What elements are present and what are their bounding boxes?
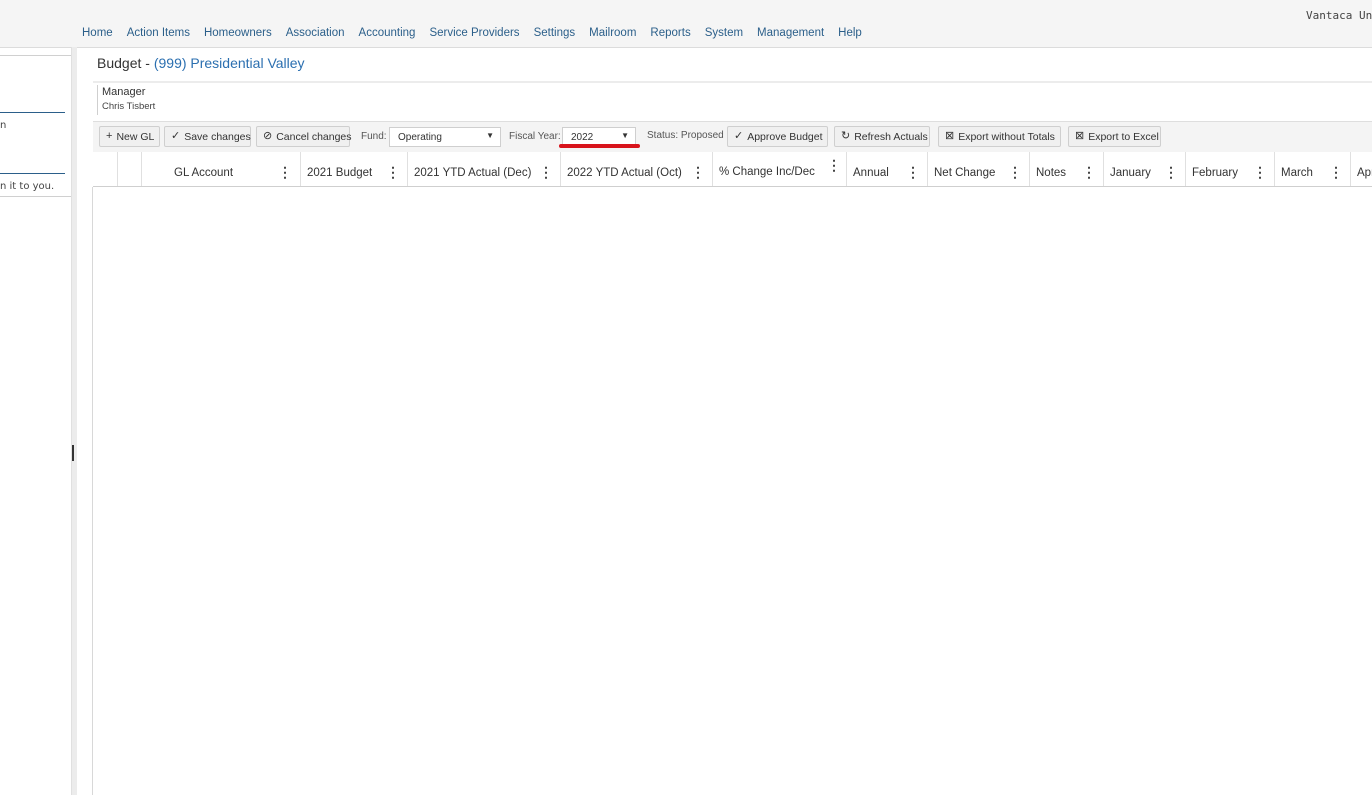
grid-select-column[interactable]	[93, 152, 117, 186]
fiscal-year-label: Fiscal Year:	[509, 131, 561, 142]
column-menu-icon[interactable]: ⋮	[1253, 165, 1267, 179]
export-without-totals-label: Export without Totals	[958, 130, 1055, 143]
excel-icon: ⊠	[945, 130, 955, 142]
column-gl-account[interactable]: GL Account ⋮	[141, 152, 300, 186]
left-panel-text: n	[0, 120, 7, 131]
column-menu-icon[interactable]: ⋮	[691, 165, 705, 179]
export-to-excel-label: Export to Excel	[1088, 130, 1159, 143]
nav-action-items[interactable]: Action Items	[127, 27, 190, 39]
column-label: February	[1192, 167, 1239, 179]
cancel-changes-button[interactable]: ⊘ Cancel changes	[256, 126, 352, 147]
column-menu-icon[interactable]: ⋮	[1008, 165, 1022, 179]
fund-select[interactable]: Operating ▼	[389, 127, 501, 147]
refresh-actuals-label: Refresh Actuals	[854, 130, 928, 143]
column-menu-icon[interactable]: ⋮	[827, 158, 841, 172]
column-menu-icon[interactable]: ⋮	[386, 165, 400, 179]
column-label: % Change Inc/Dec	[719, 166, 815, 178]
budget-grid-header: GL Account ⋮ 2021 Budget ⋮ 2021 YTD Actu…	[93, 152, 1372, 187]
column-label: January	[1110, 167, 1151, 179]
column-february[interactable]: February ⋮	[1185, 152, 1274, 186]
status-text: Status: Proposed	[647, 130, 724, 141]
fund-label: Fund:	[361, 131, 387, 142]
grid-expand-column[interactable]	[117, 152, 141, 186]
top-bar: Vantaca Un Home Action Items Homeowners …	[0, 0, 1372, 48]
fiscal-year-highlight-underline	[559, 144, 640, 148]
column-label: Annual	[853, 167, 889, 179]
column-label: Apr	[1357, 167, 1372, 179]
column-2021-budget[interactable]: 2021 Budget ⋮	[300, 152, 407, 186]
left-panel-divider	[0, 173, 65, 174]
budget-grid-body	[92, 187, 1372, 795]
page-title-prefix: Budget -	[97, 55, 154, 71]
column-april[interactable]: Apr	[1350, 152, 1372, 186]
column-menu-icon[interactable]: ⋮	[1164, 165, 1178, 179]
approve-budget-label: Approve Budget	[747, 130, 823, 143]
nav-management[interactable]: Management	[757, 27, 824, 39]
panel-splitter[interactable]	[71, 47, 77, 795]
nav-mailroom[interactable]: Mailroom	[589, 27, 636, 39]
chevron-down-icon: ▼	[486, 131, 494, 140]
refresh-actuals-button[interactable]: ↻ Refresh Actuals	[834, 126, 930, 147]
fund-value: Operating	[398, 131, 442, 143]
page-title: Budget - (999) Presidential Valley	[97, 55, 305, 71]
column-menu-icon[interactable]: ⋮	[278, 165, 292, 179]
nav-help[interactable]: Help	[838, 27, 862, 39]
check-icon: ✓	[171, 130, 181, 142]
left-panel-divider	[0, 112, 65, 113]
nav-settings[interactable]: Settings	[534, 27, 576, 39]
column-label: Notes	[1036, 167, 1067, 179]
column-menu-icon[interactable]: ⋮	[906, 165, 920, 179]
new-gl-button[interactable]: + New GL	[99, 126, 160, 147]
column-percent-change[interactable]: % Change Inc/Dec ⋮	[712, 152, 846, 186]
column-label: GL Account	[174, 167, 234, 179]
budget-toolbar: + New GL ✓ Save changes ⊘ Cancel changes…	[93, 121, 1372, 154]
cancel-icon: ⊘	[263, 130, 273, 142]
export-to-excel-button[interactable]: ⊠ Export to Excel	[1068, 126, 1161, 147]
column-menu-icon[interactable]: ⋮	[1082, 165, 1096, 179]
main-nav: Home Action Items Homeowners Association…	[82, 27, 862, 39]
excel-icon: ⊠	[1075, 130, 1085, 142]
cancel-changes-label: Cancel changes	[276, 130, 352, 143]
column-net-change[interactable]: Net Change ⋮	[927, 152, 1029, 186]
column-march[interactable]: March ⋮	[1274, 152, 1350, 186]
fiscal-year-value: 2022	[571, 131, 594, 143]
left-panel: n n it to you.	[0, 55, 72, 197]
approve-budget-button[interactable]: ✓ Approve Budget	[727, 126, 828, 147]
column-2022-ytd-actual[interactable]: 2022 YTD Actual (Oct) ⋮	[560, 152, 712, 186]
nav-system[interactable]: System	[705, 27, 743, 39]
column-label: 2021 YTD Actual (Dec)	[414, 167, 532, 179]
left-panel-text: n it to you.	[0, 181, 55, 192]
nav-service-providers[interactable]: Service Providers	[429, 27, 519, 39]
column-menu-icon[interactable]: ⋮	[539, 165, 553, 179]
nav-homeowners[interactable]: Homeowners	[204, 27, 272, 39]
column-label: 2021 Budget	[307, 167, 373, 179]
column-annual[interactable]: Annual ⋮	[846, 152, 927, 186]
column-2021-ytd-actual[interactable]: 2021 YTD Actual (Dec) ⋮	[407, 152, 560, 186]
association-link[interactable]: (999) Presidential Valley	[154, 55, 305, 71]
export-without-totals-button[interactable]: ⊠ Export without Totals	[938, 126, 1061, 147]
refresh-icon: ↻	[841, 130, 851, 142]
column-january[interactable]: January ⋮	[1103, 152, 1185, 186]
column-label: Net Change	[934, 167, 996, 179]
manager-info: Manager Chris Tisbert	[97, 85, 1372, 115]
title-divider	[93, 81, 1372, 83]
column-label: 2022 YTD Actual (Oct)	[567, 167, 682, 179]
brand-name: Vantaca Un	[1306, 9, 1372, 22]
splitter-handle[interactable]	[72, 445, 74, 461]
chevron-down-icon: ▼	[621, 131, 629, 140]
check-icon: ✓	[734, 130, 744, 142]
new-gl-label: New GL	[116, 130, 155, 143]
manager-label: Manager	[102, 86, 146, 98]
column-notes[interactable]: Notes ⋮	[1029, 152, 1103, 186]
plus-icon: +	[106, 130, 113, 142]
save-changes-label: Save changes	[184, 130, 251, 143]
nav-reports[interactable]: Reports	[650, 27, 690, 39]
nav-accounting[interactable]: Accounting	[359, 27, 416, 39]
save-changes-button[interactable]: ✓ Save changes	[164, 126, 251, 147]
column-label: March	[1281, 167, 1313, 179]
manager-name: Chris Tisbert	[102, 101, 156, 112]
column-menu-icon[interactable]: ⋮	[1329, 165, 1343, 179]
nav-home[interactable]: Home	[82, 27, 113, 39]
nav-association[interactable]: Association	[286, 27, 345, 39]
